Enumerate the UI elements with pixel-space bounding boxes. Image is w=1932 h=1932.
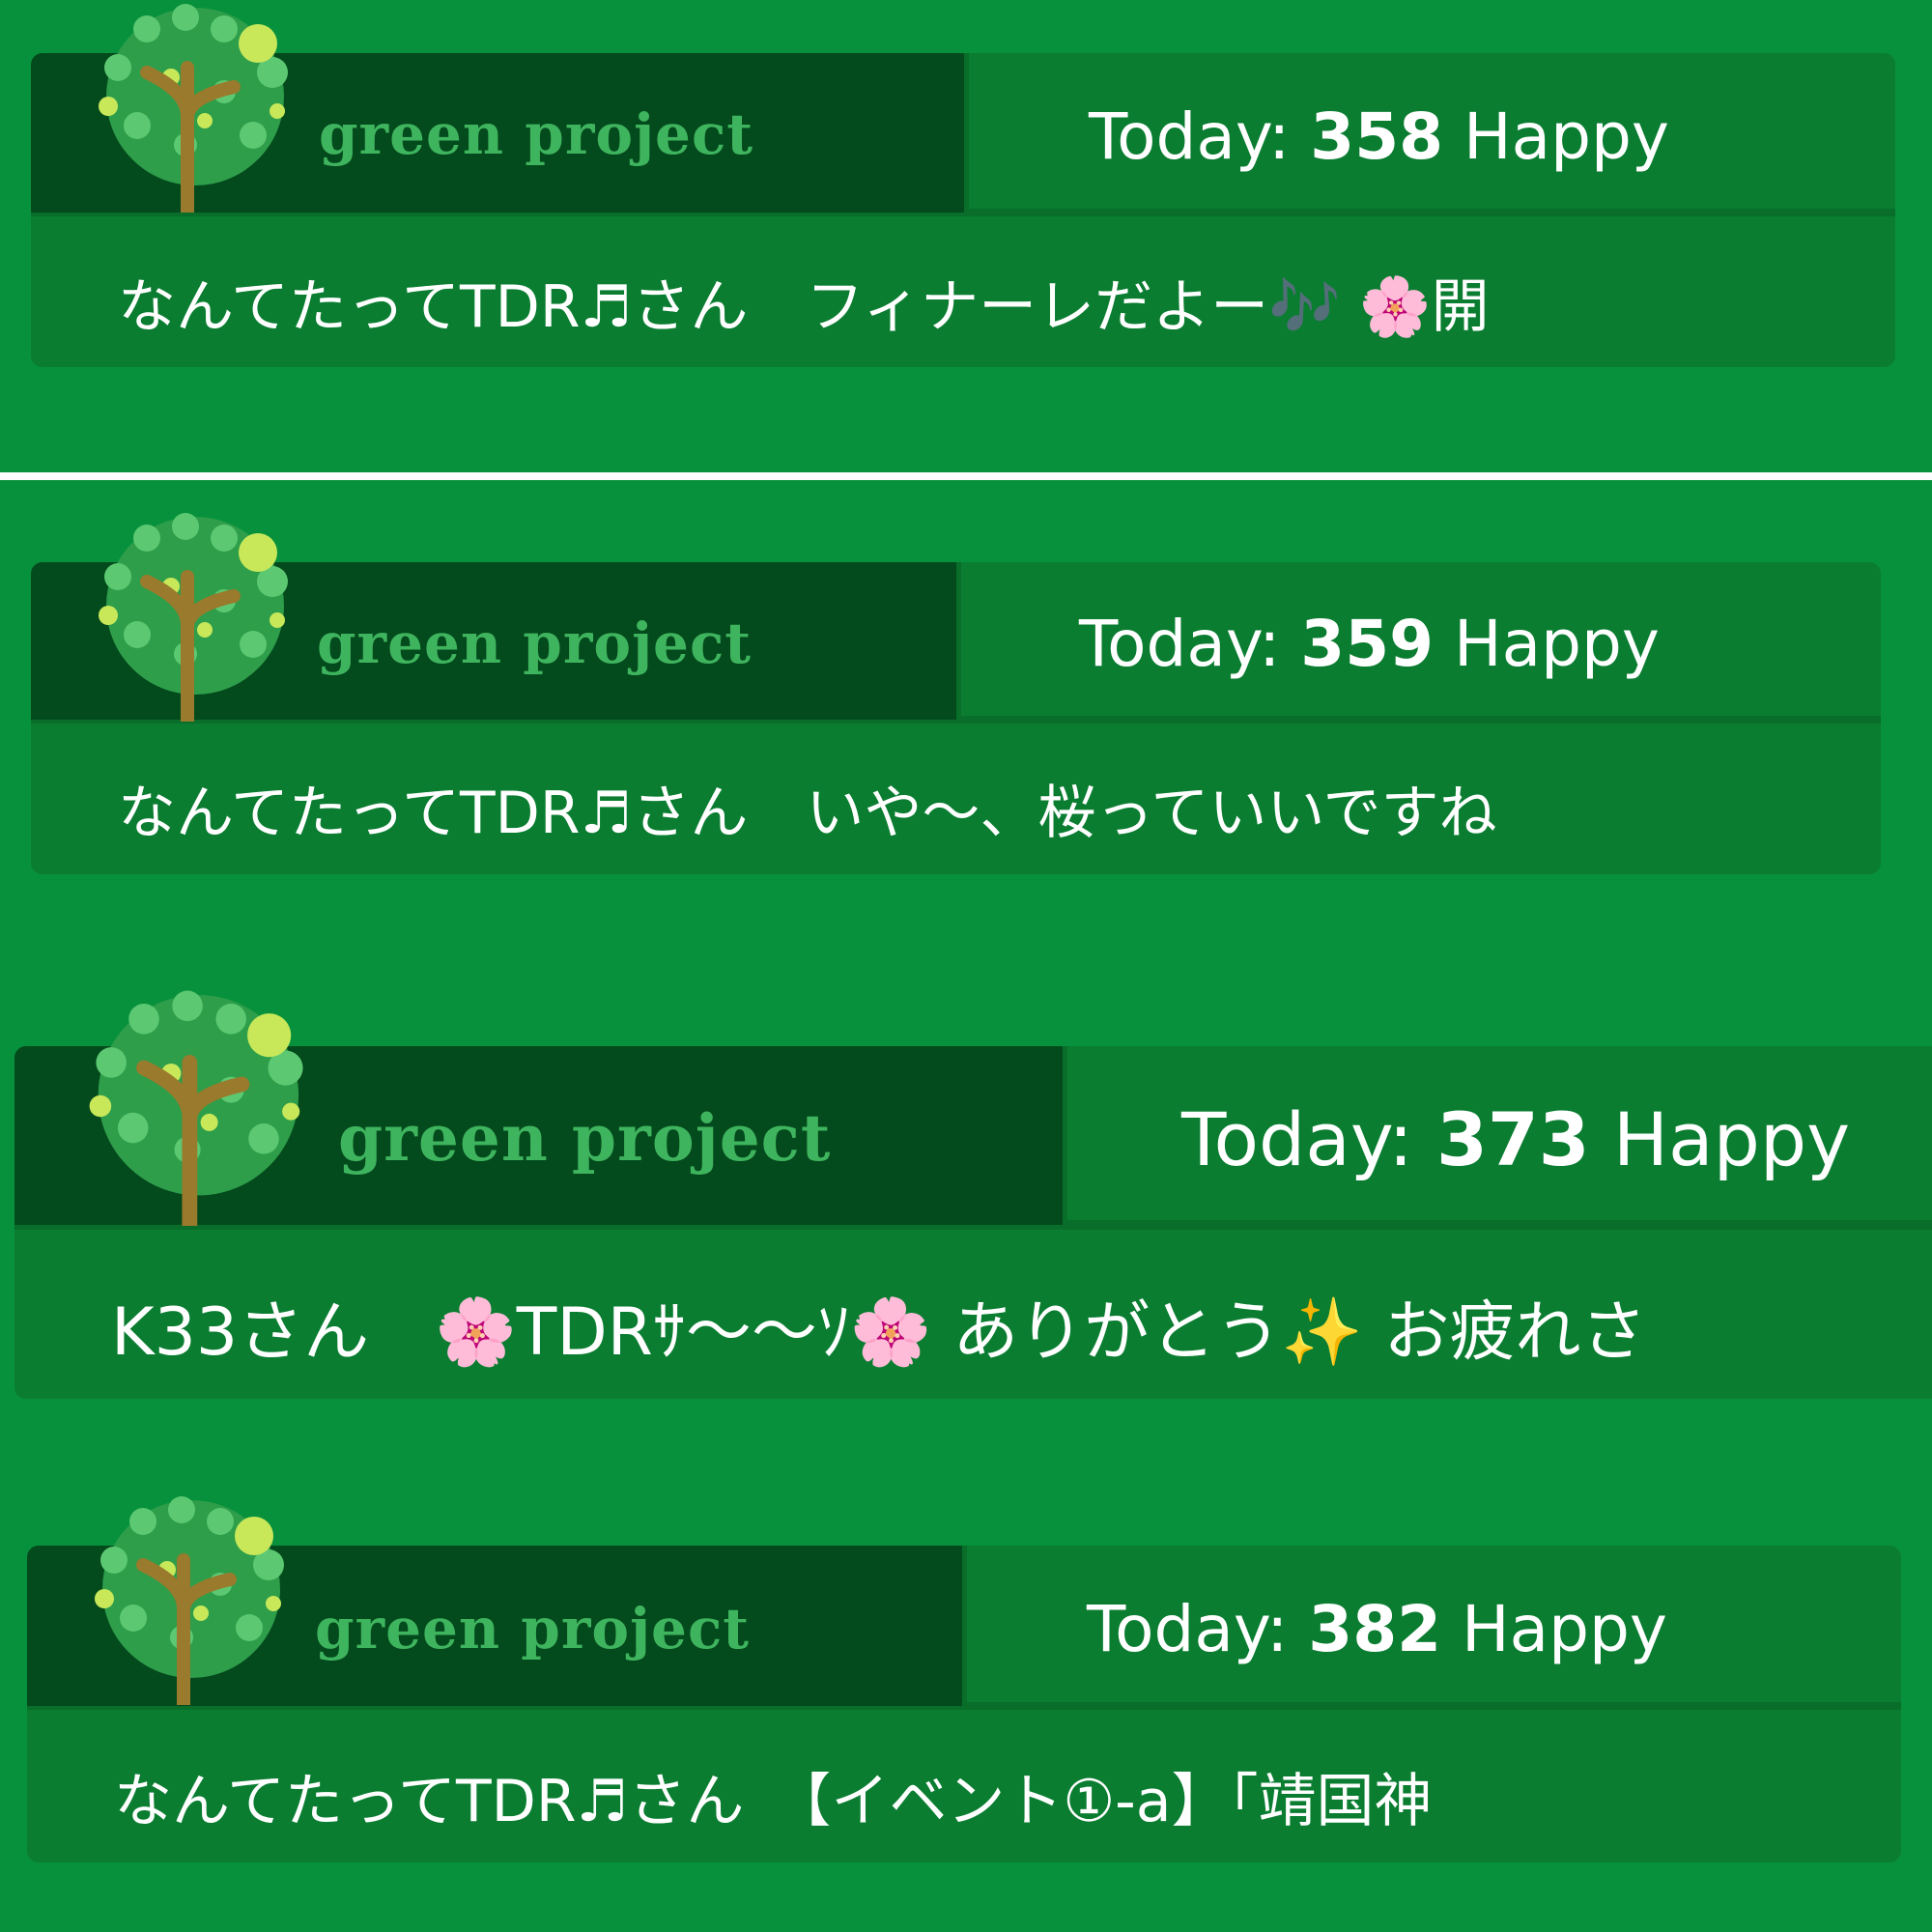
counter-suffix: Happy	[1434, 607, 1660, 681]
counter-count: 358	[1310, 99, 1444, 174]
counter-count: 359	[1300, 607, 1435, 681]
counter-text: Today: 373 Happy	[1181, 1096, 1850, 1182]
heart-tree-logo-icon	[89, 990, 303, 1226]
happy-widget-4: green project Today: 382 Happy なんてたってTDR…	[27, 1496, 1901, 1862]
counter-prefix: Today:	[1181, 1096, 1437, 1182]
message-text: K33さん 🌸TDRｻ〜〜ｿ🌸 ありがとう✨ お疲れさ	[111, 1294, 1647, 1371]
message-text: なんてたってTDR♬さん いや〜、桜っていいですね	[118, 780, 1497, 847]
counter-suffix: Happy	[1441, 1592, 1667, 1666]
divider	[0, 472, 1932, 480]
brand-name: green project	[319, 101, 754, 167]
happy-counter: Today: 382 Happy	[962, 1546, 1901, 1706]
message-ticker[interactable]: なんてたってTDR♬さん フィナーレだよー🎶 🌸開	[31, 213, 1895, 367]
message-ticker[interactable]: なんてたってTDR♬さん 【イベント①-a】「靖国神	[27, 1706, 1901, 1862]
happy-widget-2: green project Today: 359 Happy なんてたってTDR…	[31, 513, 1881, 874]
counter-suffix: Happy	[1443, 99, 1669, 174]
happy-widget-1: green project Today: 358 Happy なんてたってTDR…	[31, 4, 1895, 367]
counter-suffix: Happy	[1589, 1096, 1851, 1182]
heart-tree-logo-icon	[99, 513, 288, 722]
screenshot-collage: green project Today: 358 Happy なんてたってTDR…	[0, 0, 1932, 1932]
happy-counter: Today: 358 Happy	[964, 53, 1895, 213]
happy-counter: Today: 373 Happy	[1063, 1046, 1932, 1225]
counter-count: 373	[1436, 1096, 1590, 1182]
message-ticker[interactable]: K33さん 🌸TDRｻ〜〜ｿ🌸 ありがとう✨ お疲れさ	[14, 1225, 1932, 1399]
counter-prefix: Today:	[1087, 1592, 1309, 1666]
brand-name: green project	[317, 611, 753, 676]
counter-text: Today: 382 Happy	[1087, 1592, 1667, 1666]
counter-text: Today: 359 Happy	[1079, 607, 1660, 681]
happy-widget-3: green project Today: 373 Happy K33さん 🌸TD…	[14, 990, 1932, 1399]
counter-prefix: Today:	[1079, 607, 1301, 681]
happy-counter: Today: 359 Happy	[956, 562, 1881, 720]
message-ticker[interactable]: なんてたってTDR♬さん いや〜、桜っていいですね	[31, 720, 1881, 874]
message-text: なんてたってTDR♬さん 【イベント①-a】「靖国神	[114, 1768, 1433, 1835]
heart-tree-logo-icon	[95, 1496, 284, 1705]
brand-name: green project	[315, 1596, 751, 1662]
counter-text: Today: 358 Happy	[1089, 99, 1669, 174]
counter-prefix: Today:	[1089, 99, 1311, 174]
heart-tree-logo-icon	[99, 4, 288, 213]
counter-count: 382	[1308, 1592, 1442, 1666]
brand-name: green project	[338, 1100, 832, 1176]
message-text: なんてたってTDR♬さん フィナーレだよー🎶 🌸開	[118, 273, 1490, 341]
